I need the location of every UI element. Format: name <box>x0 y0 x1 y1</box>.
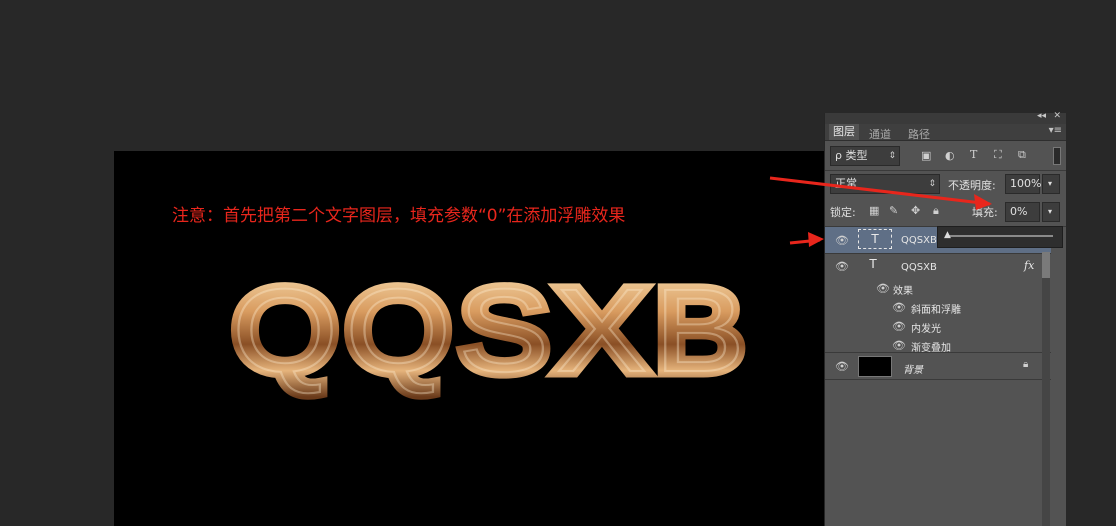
effects-label: 效果 <box>893 286 913 297</box>
fx-icon[interactable]: fx <box>1024 259 1034 272</box>
eye-icon[interactable]: 👁︎ <box>892 301 906 314</box>
divider <box>825 379 1051 380</box>
fill-dropdown-button[interactable]: ▾ <box>1042 202 1060 222</box>
panel-tabs: 图层 通道 路径 ▾≡ <box>825 124 1066 141</box>
tab-paths[interactable]: 路径 <box>908 126 930 142</box>
shape-filter-icon[interactable]: ⛶ <box>994 148 1002 162</box>
gold-text-svg: QQSXB QQSXB <box>226 259 753 404</box>
eye-icon[interactable]: 👁︎ <box>892 320 906 333</box>
filter-kind-label: ρ 类型 <box>835 149 868 162</box>
eye-icon[interactable]: 👁︎ <box>876 282 890 295</box>
eye-icon[interactable]: 👁︎ <box>835 360 849 373</box>
annotation-text: 注意：首先把第二个文字图层，填充参数“0”在添加浮雕效果 <box>172 206 626 226</box>
gold-text-artwork: QQSXB QQSXB <box>226 259 792 404</box>
eye-icon[interactable]: 👁︎ <box>835 260 849 273</box>
panel-menu-icon[interactable]: ▾≡ <box>1049 125 1062 136</box>
layer-row-text-effects[interactable]: 👁︎ T QQSXB fx 👁︎ 效果 👁︎ 斜面和浮雕 👁︎ 内发光 👁︎ 渐… <box>825 254 1051 354</box>
panel-titlebar: ◂◂ ✕ <box>825 111 1066 124</box>
adjustment-filter-icon[interactable]: ◐ <box>945 149 955 162</box>
effect-inner-glow[interactable]: 内发光 <box>911 320 941 335</box>
type-filter-icon[interactable]: T <box>970 148 977 161</box>
lock-icon: 🔒︎ <box>1023 359 1029 370</box>
red-arrow-to-fill <box>769 176 992 247</box>
effect-bevel-emboss[interactable]: 斜面和浮雕 <box>911 301 961 316</box>
layer-name[interactable]: QQSXB <box>901 262 937 273</box>
tab-channels[interactable]: 通道 <box>869 126 891 142</box>
double-chevron-left-icon[interactable]: ◂◂ <box>1037 111 1046 121</box>
document-canvas[interactable]: 注意：首先把第二个文字图层，填充参数“0”在添加浮雕效果 QQSXB QQSXB <box>114 151 826 526</box>
close-icon[interactable]: ✕ <box>1053 111 1061 121</box>
tab-layers[interactable]: 图层 <box>829 124 859 140</box>
layers-scrollbar[interactable] <box>1042 252 1050 526</box>
eye-icon[interactable]: 👁︎ <box>892 339 906 352</box>
layer-row-background[interactable]: 👁︎ 背景 🔒︎ <box>825 353 1051 379</box>
opacity-dropdown-button[interactable]: ▾ <box>1042 174 1060 194</box>
scrollbar-thumb[interactable] <box>1042 252 1050 278</box>
filter-toggle-switch[interactable] <box>1053 147 1061 165</box>
artwork-letters-highlight: QQSXB <box>232 265 752 397</box>
image-filter-icon[interactable]: ▣ <box>921 149 931 162</box>
filter-row: ρ 类型 ▣ ◐ T ⛶ ⧉ <box>825 143 1066 169</box>
smart-object-filter-icon[interactable]: ⧉ <box>1018 148 1026 162</box>
background-thumbnail <box>858 356 892 377</box>
layer-name[interactable]: 背景 <box>903 361 923 376</box>
filter-kind-select[interactable]: ρ 类型 <box>830 146 900 166</box>
